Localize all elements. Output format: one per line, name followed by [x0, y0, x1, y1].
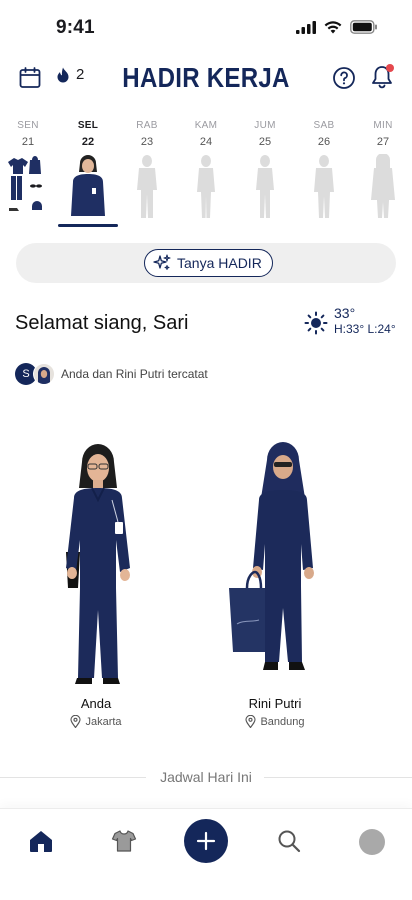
app-title: HADIR KERJA — [122, 62, 290, 93]
day-rab[interactable]: RAB 23 — [117, 114, 177, 230]
day-date: 21 — [21, 136, 35, 148]
sun-icon — [304, 311, 328, 335]
ask-hadir-button[interactable]: Tanya HADIR — [144, 249, 273, 277]
person-name: Anda — [80, 696, 112, 711]
help-circle-icon[interactable] — [332, 66, 356, 90]
person-card-anda[interactable]: Anda Jakarta — [26, 440, 166, 740]
day-kam[interactable]: KAM 24 — [176, 114, 236, 230]
divider — [264, 777, 412, 778]
day-date: 22 — [81, 136, 95, 148]
search-icon — [278, 830, 301, 853]
day-jum[interactable]: JUM 25 — [235, 114, 295, 230]
weather-text: 33° H:33° L:24° — [334, 305, 396, 337]
person-location: Jakarta — [26, 715, 166, 728]
status-icons — [296, 20, 378, 34]
app-header: 2 HADIR KERJA — [0, 58, 412, 102]
day-sel[interactable]: SEL 22 — [58, 114, 118, 230]
nav-home[interactable] — [27, 827, 55, 855]
day-date: 23 — [140, 136, 154, 148]
ask-bar[interactable]: Tanya HADIR — [16, 243, 396, 283]
status-time: 9:41 — [56, 17, 95, 38]
placeholder-silhouette — [314, 155, 334, 218]
day-date: 25 — [258, 136, 272, 148]
ask-hadir-label: Tanya HADIR — [177, 255, 262, 271]
profile-avatar[interactable] — [359, 829, 385, 855]
person-card-rini-putri[interactable]: Rini Putri Bandung — [205, 440, 345, 740]
day-sen[interactable]: SEN 21 — [0, 114, 58, 230]
status-bar: 9:41 — [0, 0, 412, 56]
nav-search[interactable] — [275, 827, 303, 855]
nav-wardrobe[interactable] — [110, 827, 138, 855]
day-date: 27 — [376, 136, 390, 148]
person-location: Bandung — [205, 715, 345, 728]
notification-button[interactable] — [370, 64, 394, 90]
placeholder-silhouette — [197, 155, 215, 218]
selected-day-indicator — [58, 224, 118, 227]
greeting-text: Selamat siang, Sari — [15, 312, 189, 334]
wifi-icon — [324, 20, 342, 33]
location-pin-icon — [70, 715, 82, 728]
today-outfit-thumbnail — [71, 155, 105, 216]
person-location-text: Jakarta — [85, 715, 122, 728]
day-name: MIN — [373, 120, 393, 131]
shirt-icon — [111, 830, 137, 852]
day-name: SAB — [313, 120, 335, 131]
add-icon — [196, 831, 216, 851]
day-name: SEL — [77, 120, 99, 131]
avatar-rini-image — [38, 367, 50, 384]
placeholder-silhouette — [371, 154, 395, 218]
week-strip: SEN 21 SEL 22 RAB 23 KAM 24 JUM 25 SAB 2… — [0, 114, 412, 230]
signal-icon — [296, 20, 316, 34]
placeholder-silhouette — [256, 155, 274, 218]
nav-add-button[interactable] — [184, 819, 228, 863]
battery-icon — [350, 20, 377, 34]
day-sab[interactable]: SAB 26 — [294, 114, 354, 230]
outfit-items-thumbnail — [8, 156, 42, 211]
day-name: SEN — [17, 120, 39, 131]
home-icon — [30, 831, 52, 852]
day-name: RAB — [136, 120, 158, 131]
weather-range: H:33° L:24° — [334, 322, 396, 336]
day-name: KAM — [194, 120, 218, 131]
placeholder-silhouette — [137, 155, 157, 218]
sparkle-icon — [153, 254, 171, 270]
person-location-text: Bandung — [260, 715, 305, 728]
recorded-row[interactable]: S Anda dan Rini Putri tercatat — [15, 363, 208, 385]
recorded-text: Anda dan Rini Putri tercatat — [61, 367, 208, 381]
day-date: 24 — [199, 136, 213, 148]
rini-outfit-image — [229, 442, 314, 670]
weather-temp: 33° — [334, 305, 356, 321]
location-pin-icon — [245, 715, 257, 728]
person-name: Rini Putri — [248, 696, 302, 711]
day-name: JUM — [254, 120, 276, 131]
day-date: 26 — [317, 136, 331, 148]
avatar-rini — [33, 363, 55, 385]
day-min[interactable]: MIN 27 — [353, 114, 412, 230]
notification-dot — [386, 64, 394, 72]
weather-widget[interactable]: 33° H:33° L:24° — [304, 305, 396, 337]
schedule-section-header: Jadwal Hari Ini — [0, 766, 412, 790]
anda-outfit-image — [66, 444, 130, 684]
bottom-nav — [0, 808, 412, 900]
